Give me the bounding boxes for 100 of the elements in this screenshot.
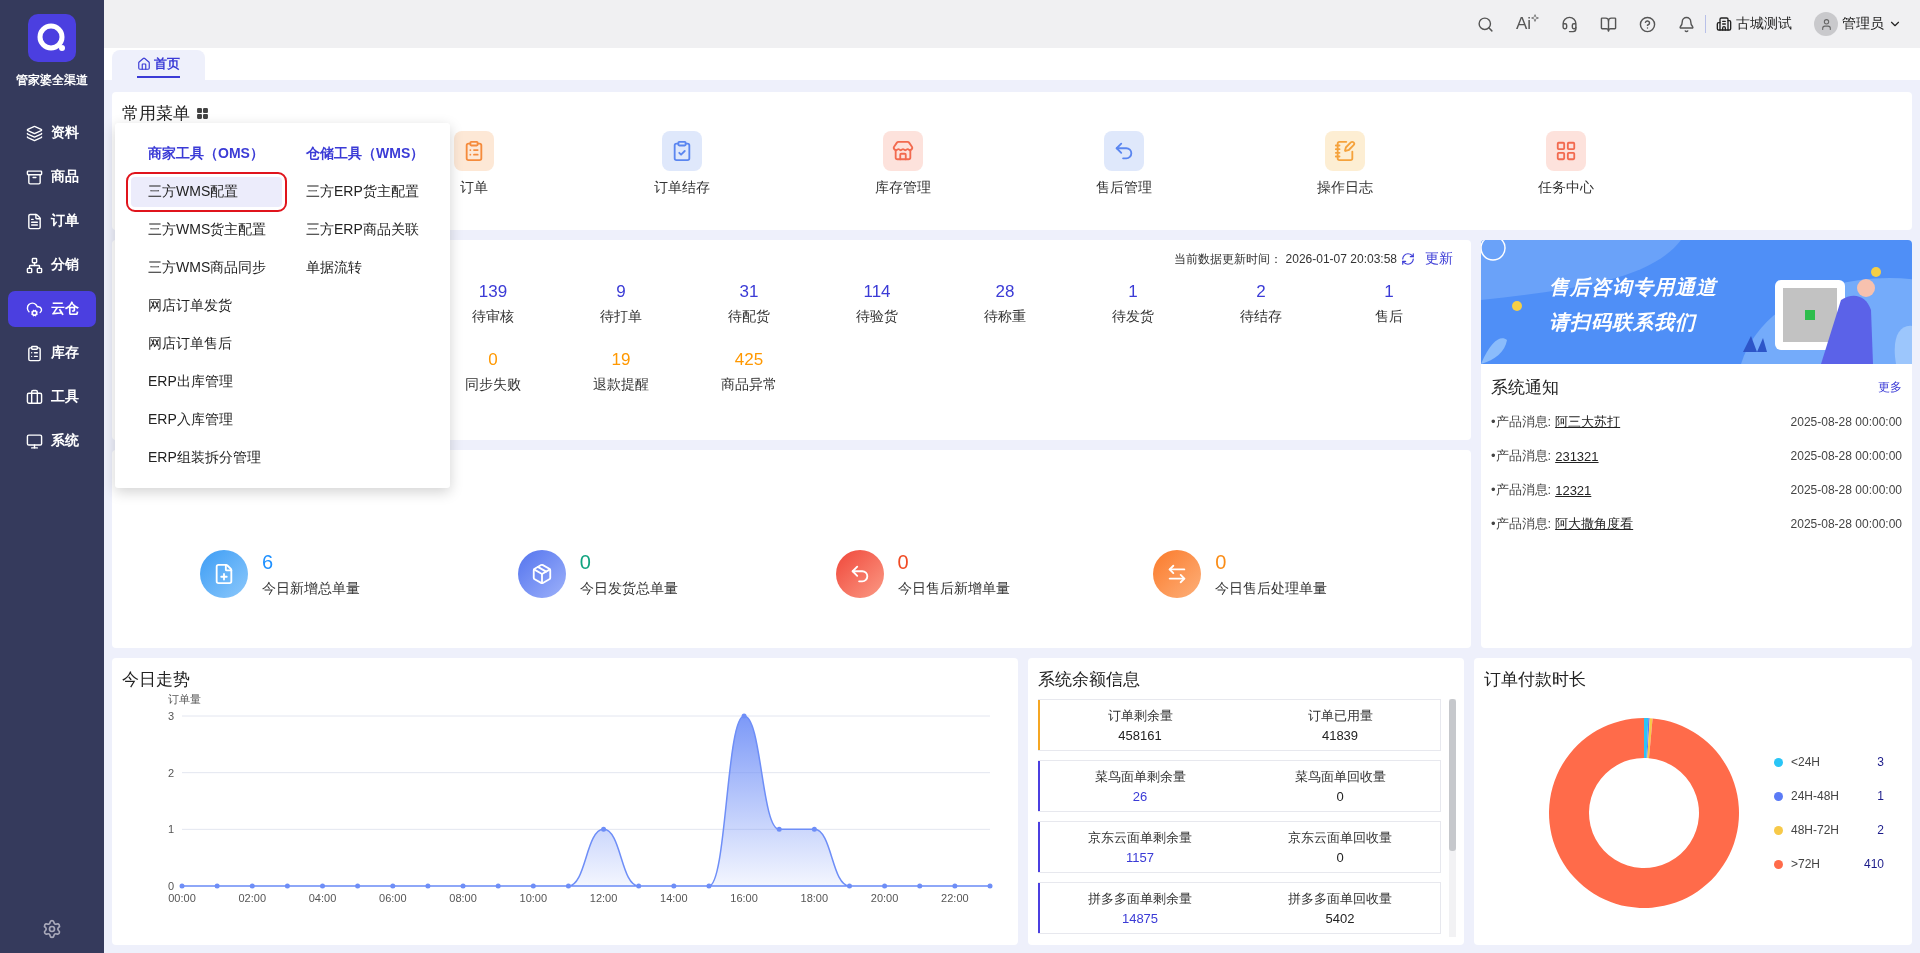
ai-button[interactable]: Ai (1515, 14, 1539, 34)
menu-label[interactable]: 操作日志 (1316, 179, 1373, 197)
data-point (847, 883, 852, 889)
refresh-icon[interactable] (1401, 252, 1415, 266)
menu-item[interactable]: ERP组装拆分管理 (131, 443, 281, 473)
brand-name: 管家婆全渠道 (16, 72, 88, 89)
stat-label: 待结存 (1240, 308, 1282, 326)
notice-link[interactable]: 阿大撒角度看 (1555, 515, 1634, 533)
clipboard-icon[interactable] (453, 131, 494, 171)
sidebar-item[interactable]: 云仓 (8, 291, 96, 327)
menu-label[interactable]: 任务中心 (1537, 179, 1594, 197)
menu-item[interactable]: 单据流转 (289, 253, 439, 283)
sidebar-item[interactable]: 工具 (8, 379, 96, 415)
axis-title: 订单量 (168, 693, 201, 705)
stat-value[interactable]: 1 (1128, 282, 1138, 302)
legend-value: 410 (1863, 857, 1884, 871)
balance-value: 14875 (1121, 911, 1159, 926)
notice-link[interactable]: 12321 (1555, 482, 1592, 498)
stat-value[interactable]: 2 (1256, 282, 1266, 302)
balance-value: 5402 (1325, 911, 1355, 926)
menu-item[interactable]: 三方WMS商品同步 (131, 253, 281, 283)
document-plus-icon (200, 550, 248, 598)
menu-item[interactable]: 网店订单售后 (131, 329, 281, 359)
data-point (952, 883, 958, 889)
clipboard-icon[interactable] (661, 131, 702, 171)
sidebar-item[interactable]: 系统 (8, 423, 96, 459)
home-icon (137, 57, 151, 71)
more-link[interactable]: 更多 (1878, 379, 1902, 396)
legend-dot (1774, 859, 1783, 869)
stat-label: 待发货 (1112, 308, 1154, 326)
building-icon (1716, 16, 1732, 32)
menu-item[interactable]: ERP入库管理 (131, 405, 281, 435)
help-icon[interactable] (1639, 15, 1656, 33)
notice-link[interactable]: 231321 (1555, 448, 1599, 464)
stat-label: 待验货 (856, 308, 898, 326)
menu-label[interactable]: 库存管理 (874, 179, 931, 197)
stat-label: 待打单 (600, 308, 642, 326)
grid-icon[interactable] (196, 107, 209, 120)
tick-label: 16:00 (730, 892, 758, 904)
stat-value[interactable]: 31 (739, 282, 759, 302)
balance-label: 菜鸟面单回收量 (1294, 768, 1386, 786)
avatar[interactable] (1814, 12, 1838, 36)
balance-value: 41839 (1321, 728, 1359, 743)
company-name[interactable]: 古城测试 (1736, 15, 1792, 33)
stat-value[interactable]: 28 (995, 282, 1015, 302)
metric-value: 0 (897, 550, 910, 574)
clipboard-icon (26, 344, 43, 362)
tick-label: 2 (167, 766, 174, 779)
return-icon[interactable] (1103, 131, 1144, 171)
search-icon[interactable] (1476, 15, 1494, 33)
tick-label: 3 (167, 710, 174, 722)
tick-label: 06:00 (379, 892, 407, 904)
menu-item[interactable]: 三方WMS货主配置 (131, 215, 281, 245)
refresh-link[interactable]: 更新 (1425, 250, 1453, 268)
data-point (636, 883, 642, 889)
stat-label: 待称重 (984, 308, 1026, 326)
sidebar-item[interactable]: 库存 (8, 335, 96, 371)
sidebar-item[interactable]: 订单 (8, 203, 96, 239)
app-logo[interactable] (28, 14, 76, 62)
legend-label: 24H-48H (1791, 789, 1840, 803)
tick-label: 20:00 (870, 892, 899, 904)
stat-label: 商品异常 (721, 376, 777, 394)
sparkle-icon (1531, 14, 1539, 22)
menu-group-title: 商家工具（OMS） (147, 145, 265, 163)
stat-value[interactable]: 139 (478, 282, 508, 302)
menu-item[interactable]: 网店订单发货 (131, 291, 281, 321)
sidebar-item[interactable]: 商品 (8, 159, 96, 195)
cloud-icon (26, 300, 43, 318)
menu-item[interactable]: 三方ERP货主配置 (289, 177, 439, 207)
stat-value[interactable]: 1 (1384, 282, 1394, 302)
balance-value: 0 (1336, 850, 1344, 865)
menu-label[interactable]: 订单结存 (653, 179, 710, 197)
user-name[interactable]: 管理员 (1842, 15, 1884, 33)
data-point (811, 826, 817, 832)
sidebar-item[interactable]: 分销 (8, 247, 96, 283)
tab[interactable]: 首页 (112, 50, 205, 80)
balance-value: 0 (1336, 789, 1344, 804)
stat-value[interactable]: 9 (616, 282, 626, 302)
menu-item[interactable]: ERP出库管理 (131, 367, 281, 397)
data-point (706, 883, 712, 889)
notice-link[interactable]: 阿三大苏打 (1555, 413, 1621, 431)
tick-label: 04:00 (308, 892, 337, 904)
scrollbar[interactable] (1449, 699, 1456, 937)
stat-value[interactable]: 114 (863, 282, 891, 302)
menu-label[interactable]: 售后管理 (1095, 179, 1152, 197)
store-icon[interactable] (882, 131, 923, 171)
metric-value: 6 (262, 550, 275, 574)
sidebar-item[interactable]: 资料 (8, 115, 96, 151)
balance-label: 菜鸟面单剩余量 (1094, 768, 1186, 786)
menu-item[interactable]: 三方ERP商品关联 (289, 215, 439, 245)
menu-label[interactable]: 订单 (459, 179, 488, 197)
headset-icon[interactable] (1561, 15, 1578, 33)
legend-label: 48H-72H (1791, 823, 1840, 837)
tick-label: 22:00 (941, 892, 969, 904)
balance-label: 拼多多面单回收量 (1288, 890, 1392, 908)
settings-icon[interactable] (42, 919, 62, 939)
data-point (671, 883, 677, 889)
bell-icon[interactable] (1678, 15, 1695, 33)
tick-label: 12:00 (589, 892, 618, 904)
book-icon[interactable] (1600, 15, 1617, 33)
